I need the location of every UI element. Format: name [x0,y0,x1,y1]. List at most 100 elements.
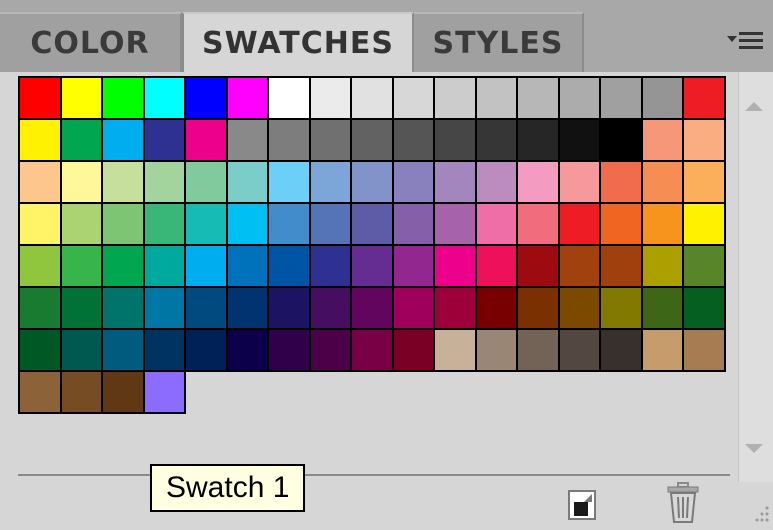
color-swatch[interactable] [433,76,477,120]
color-swatch[interactable] [308,244,352,288]
color-swatch[interactable] [599,202,643,246]
color-swatch[interactable] [308,202,352,246]
color-swatch[interactable] [18,286,62,330]
color-swatch[interactable] [599,286,643,330]
color-swatch[interactable] [557,328,601,372]
color-swatch[interactable] [516,328,560,372]
color-swatch[interactable] [516,76,560,120]
color-swatch[interactable] [184,286,228,330]
color-swatch[interactable] [59,286,103,330]
color-swatch[interactable] [267,244,311,288]
color-swatch[interactable] [599,76,643,120]
color-swatch[interactable] [516,286,560,330]
color-swatch[interactable] [101,328,145,372]
color-swatch[interactable] [142,328,186,372]
color-swatch[interactable] [142,118,186,162]
color-swatch[interactable] [557,286,601,330]
color-swatch[interactable] [391,328,435,372]
color-swatch[interactable] [557,160,601,204]
color-swatch[interactable] [59,160,103,204]
color-swatch[interactable] [101,76,145,120]
color-swatch[interactable] [59,328,103,372]
color-swatch[interactable] [59,370,103,414]
color-swatch[interactable] [391,286,435,330]
color-swatch[interactable] [474,244,518,288]
color-swatch[interactable] [640,244,684,288]
color-swatch[interactable] [59,244,103,288]
color-swatch[interactable] [267,328,311,372]
color-swatch[interactable] [640,76,684,120]
color-swatch[interactable] [18,370,62,414]
color-swatch[interactable] [142,202,186,246]
color-swatch[interactable] [184,202,228,246]
color-swatch[interactable] [474,76,518,120]
color-swatch[interactable] [474,202,518,246]
color-swatch[interactable] [640,328,684,372]
color-swatch[interactable] [682,286,726,330]
color-swatch[interactable] [557,202,601,246]
color-swatch[interactable] [516,244,560,288]
color-swatch[interactable] [142,160,186,204]
color-swatch[interactable] [225,286,269,330]
scrollbar[interactable] [738,72,773,482]
color-swatch[interactable] [59,118,103,162]
color-swatch[interactable] [18,160,62,204]
color-swatch[interactable] [225,244,269,288]
color-swatch[interactable] [350,160,394,204]
color-swatch[interactable] [142,370,186,414]
color-swatch[interactable] [599,160,643,204]
color-swatch[interactable] [391,160,435,204]
color-swatch[interactable] [267,202,311,246]
color-swatch[interactable] [18,328,62,372]
color-swatch[interactable] [308,76,352,120]
color-swatch[interactable] [350,202,394,246]
color-swatch[interactable] [267,286,311,330]
color-swatch[interactable] [433,160,477,204]
color-swatch[interactable] [516,118,560,162]
color-swatch[interactable] [184,160,228,204]
color-swatch[interactable] [101,244,145,288]
color-swatch[interactable] [225,160,269,204]
color-swatch[interactable] [267,160,311,204]
color-swatch[interactable] [433,328,477,372]
resize-grip-icon[interactable] [748,500,770,526]
color-swatch[interactable] [391,202,435,246]
color-swatch[interactable] [101,370,145,414]
tab-swatches[interactable]: SWATCHES [182,12,414,73]
color-swatch[interactable] [433,286,477,330]
color-swatch[interactable] [267,76,311,120]
color-swatch[interactable] [640,286,684,330]
scroll-up-arrow-icon[interactable] [745,102,763,111]
color-swatch[interactable] [557,244,601,288]
color-swatch[interactable] [433,244,477,288]
color-swatch[interactable] [474,118,518,162]
color-swatch[interactable] [557,76,601,120]
color-swatch[interactable] [682,244,726,288]
color-swatch[interactable] [682,328,726,372]
color-swatch[interactable] [142,286,186,330]
color-swatch[interactable] [682,160,726,204]
color-swatch[interactable] [18,244,62,288]
color-swatch[interactable] [142,244,186,288]
color-swatch[interactable] [682,76,726,120]
color-swatch[interactable] [474,160,518,204]
color-swatch[interactable] [18,76,62,120]
trash-icon[interactable] [666,482,700,524]
color-swatch[interactable] [18,202,62,246]
color-swatch[interactable] [350,76,394,120]
scroll-down-arrow-icon[interactable] [745,444,763,453]
color-swatch[interactable] [682,118,726,162]
color-swatch[interactable] [640,160,684,204]
color-swatch[interactable] [391,118,435,162]
color-swatch[interactable] [391,244,435,288]
color-swatch[interactable] [59,76,103,120]
color-swatch[interactable] [225,76,269,120]
color-swatch[interactable] [267,118,311,162]
color-swatch[interactable] [599,328,643,372]
color-swatch[interactable] [142,76,186,120]
color-swatch[interactable] [350,286,394,330]
color-swatch[interactable] [474,286,518,330]
color-swatch[interactable] [59,202,103,246]
color-swatch[interactable] [184,244,228,288]
color-swatch[interactable] [516,202,560,246]
